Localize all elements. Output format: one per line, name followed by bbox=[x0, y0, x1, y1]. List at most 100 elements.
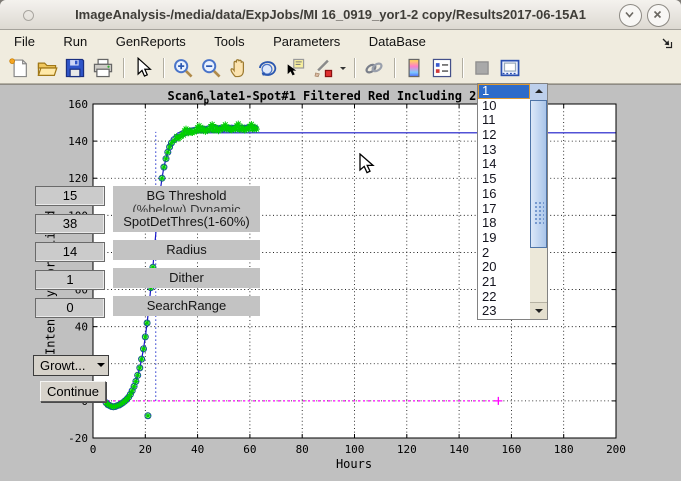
open-folder-icon bbox=[36, 57, 58, 79]
open-file-button[interactable] bbox=[35, 55, 61, 81]
scroll-up-icon[interactable] bbox=[530, 84, 547, 101]
rotate-3d-button[interactable] bbox=[255, 55, 281, 81]
menu-item-file[interactable]: File bbox=[2, 30, 47, 53]
param-button-radius[interactable]: Radius bbox=[113, 240, 260, 260]
listbox-item-20[interactable]: 20 bbox=[478, 260, 530, 275]
mouse-cursor-icon bbox=[358, 153, 376, 175]
listbox-item-21[interactable]: 21 bbox=[478, 275, 530, 290]
zoom-in-icon bbox=[172, 57, 194, 79]
svg-text:-20: -20 bbox=[68, 432, 88, 445]
colorbar-button[interactable] bbox=[402, 55, 428, 81]
video-frame-button[interactable] bbox=[498, 55, 524, 81]
brush-dropdown-caret-icon[interactable] bbox=[338, 55, 349, 81]
svg-text:60: 60 bbox=[243, 443, 256, 456]
param-field-bg-threshold[interactable]: 15 bbox=[35, 186, 105, 206]
svg-text:200: 200 bbox=[606, 443, 626, 456]
window-menu-icon[interactable] bbox=[23, 10, 34, 21]
param-field-search-range[interactable]: 0 bbox=[35, 298, 105, 318]
figure-area: 020406080100120140160180200-200204060801… bbox=[0, 84, 681, 481]
svg-text:120: 120 bbox=[68, 172, 88, 185]
scroll-down-icon[interactable] bbox=[530, 302, 547, 319]
close-icon bbox=[651, 8, 664, 21]
svg-text:80: 80 bbox=[296, 443, 309, 456]
zoom-in-button[interactable] bbox=[171, 55, 197, 81]
menu-item-genreports[interactable]: GenReports bbox=[104, 30, 198, 53]
caret-down-icon bbox=[97, 363, 105, 371]
svg-text:40: 40 bbox=[191, 443, 204, 456]
param-button-dither[interactable]: Dither bbox=[113, 268, 260, 288]
shade-button[interactable] bbox=[619, 4, 642, 27]
svg-text:180: 180 bbox=[554, 443, 574, 456]
listbox-item-23[interactable]: 23 bbox=[478, 304, 530, 319]
scrollbar-grip-icon bbox=[534, 201, 544, 225]
data-cursor-button[interactable] bbox=[283, 55, 309, 81]
save-button[interactable] bbox=[63, 55, 89, 81]
print-icon bbox=[92, 57, 114, 79]
app-window: ImageAnalysis-/media/data/ExpJobs/MI 16_… bbox=[0, 0, 681, 481]
svg-text:140: 140 bbox=[68, 135, 88, 148]
menu-item-parameters[interactable]: Parameters bbox=[261, 30, 352, 53]
svg-text:160: 160 bbox=[501, 443, 521, 456]
toolbar-separator bbox=[123, 58, 125, 78]
menu-item-tools[interactable]: Tools bbox=[202, 30, 256, 53]
listbox-item-18[interactable]: 18 bbox=[478, 216, 530, 231]
insert-square-button[interactable] bbox=[470, 55, 496, 81]
data-cursor-icon bbox=[284, 57, 306, 79]
undock-arrow-icon[interactable] bbox=[661, 36, 673, 54]
spot-number-listbox[interactable]: 110111213141516171819220212223 bbox=[477, 83, 548, 320]
brush-button[interactable] bbox=[311, 55, 337, 81]
growth-popup-menu[interactable]: Growt... bbox=[33, 355, 109, 376]
close-button[interactable] bbox=[647, 4, 670, 27]
new-file-button[interactable] bbox=[7, 55, 33, 81]
zoom-out-button[interactable] bbox=[199, 55, 225, 81]
print-button[interactable] bbox=[91, 55, 117, 81]
colorbar-icon bbox=[403, 57, 425, 79]
zoom-out-icon bbox=[200, 57, 222, 79]
menu-item-database[interactable]: DataBase bbox=[357, 30, 438, 53]
legend-button[interactable] bbox=[430, 55, 456, 81]
listbox-item-16[interactable]: 16 bbox=[478, 187, 530, 202]
listbox-item-10[interactable]: 10 bbox=[478, 99, 530, 114]
param-button-spot-det-thres[interactable]: SpotDetThres(1-60%) bbox=[113, 212, 260, 232]
param-field-radius[interactable]: 14 bbox=[35, 242, 105, 262]
x-axis-label: Hours bbox=[254, 457, 454, 471]
svg-text:0: 0 bbox=[90, 443, 97, 456]
listbox-item-17[interactable]: 17 bbox=[478, 202, 530, 217]
menu-item-run[interactable]: Run bbox=[51, 30, 99, 53]
param-button-search-range[interactable]: SearchRange bbox=[113, 296, 260, 316]
listbox-item-2[interactable]: 2 bbox=[478, 246, 530, 261]
disabled-square-icon bbox=[471, 57, 493, 79]
menubar: File Run GenReports Tools Parameters Dat… bbox=[0, 30, 681, 53]
pointer-tool-button[interactable] bbox=[131, 55, 157, 81]
toolbar-separator bbox=[163, 58, 165, 78]
svg-text:160: 160 bbox=[68, 98, 88, 111]
listbox-item-19[interactable]: 19 bbox=[478, 231, 530, 246]
listbox-item-14[interactable]: 14 bbox=[478, 157, 530, 172]
listbox-item-1[interactable]: 1 bbox=[478, 84, 530, 99]
legend-icon bbox=[431, 57, 453, 79]
listbox-item-15[interactable]: 15 bbox=[478, 172, 530, 187]
link-axes-button[interactable] bbox=[362, 55, 388, 81]
scrollbar-thumb[interactable] bbox=[530, 100, 547, 248]
svg-text:40: 40 bbox=[75, 321, 88, 334]
svg-text:100: 100 bbox=[345, 443, 365, 456]
svg-text:120: 120 bbox=[397, 443, 417, 456]
new-file-icon bbox=[8, 57, 30, 79]
continue-button[interactable]: Continue bbox=[40, 381, 106, 402]
video-frame-icon bbox=[499, 57, 521, 79]
svg-text:140: 140 bbox=[449, 443, 469, 456]
brush-icon bbox=[312, 57, 334, 79]
save-icon bbox=[64, 57, 86, 79]
param-button-bg-threshold[interactable]: BG Threshold(%below) Dynamic bbox=[113, 186, 260, 212]
pan-button[interactable] bbox=[227, 55, 253, 81]
toolbar-separator bbox=[462, 58, 464, 78]
param-field-dither[interactable]: 1 bbox=[35, 270, 105, 290]
listbox-item-12[interactable]: 12 bbox=[478, 128, 530, 143]
toolbar-separator bbox=[354, 58, 356, 78]
listbox-item-22[interactable]: 22 bbox=[478, 290, 530, 305]
listbox-item-13[interactable]: 13 bbox=[478, 143, 530, 158]
listbox-scrollbar[interactable] bbox=[530, 84, 547, 319]
growth-popup-label: Growt... bbox=[40, 358, 86, 373]
param-field-spot-det-thres[interactable]: 38 bbox=[35, 214, 105, 234]
listbox-item-11[interactable]: 11 bbox=[478, 113, 530, 128]
